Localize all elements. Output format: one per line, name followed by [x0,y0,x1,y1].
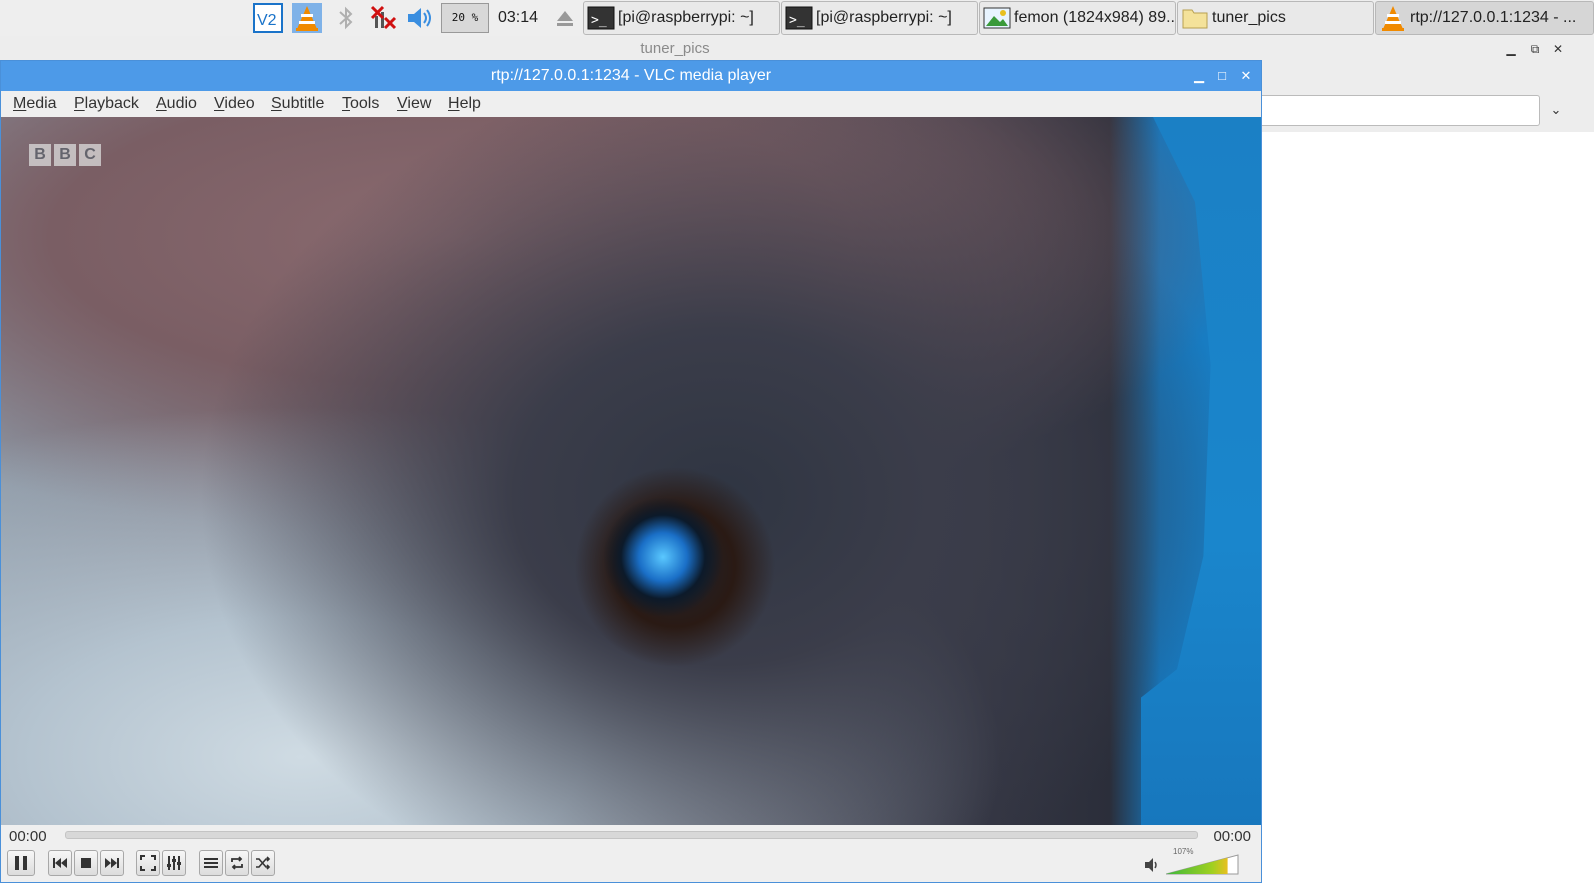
terminal-icon: >_ [784,3,814,33]
extended-settings-button[interactable] [162,850,186,876]
speaker-icon[interactable] [1144,857,1160,873]
menu-view[interactable]: View [397,95,431,113]
logo-letter: B [54,144,76,166]
vlc-window: rtp://127.0.0.1:1234 - VLC media player … [0,60,1262,883]
taskbar-item-label: femon (1824x984) 89... [1014,9,1175,26]
previous-button[interactable] [48,850,72,876]
playback-controls: 107% [1,847,1261,881]
file-manager-titlebar: tuner_pics ▁ ⧉ ✕ [0,36,1594,62]
equalizer-icon [167,856,181,870]
minimize-icon[interactable]: ▁ [1502,40,1520,58]
taskbar-item-label: rtp://127.0.0.1:1234 - ... [1410,9,1577,26]
network-disconnected-icon[interactable] [368,3,398,33]
playlist-icon [204,858,218,868]
fullscreen-button[interactable] [136,850,160,876]
stop-icon [81,858,91,868]
video-output[interactable]: B B C [1,117,1261,825]
vlc-title: rtp://127.0.0.1:1234 - VLC media player [490,67,772,84]
playlist-button[interactable] [199,850,223,876]
video-water-background [1141,117,1261,825]
repeat-icon [231,856,243,870]
elapsed-time[interactable]: 00:00 [9,828,47,845]
taskbar-item-vlc[interactable]: rtp://127.0.0.1:1234 - ... [1375,1,1594,35]
seek-row: 00:00 00:00 [1,825,1261,847]
vlc-titlebar[interactable]: rtp://127.0.0.1:1234 - VLC media player … [1,61,1261,91]
taskbar-item-file-manager[interactable]: tuner_pics [1177,1,1374,35]
bluetooth-icon[interactable] [331,3,361,33]
skip-forward-icon [105,858,119,868]
fullscreen-icon [140,855,156,871]
menubar: Media Playback Audio Video Subtitle Tool… [1,91,1261,117]
pause-icon [15,856,27,870]
cpu-monitor[interactable]: 20 % [441,3,489,33]
desktop: tuner_pics ▁ ⧉ ✕ ⌄ V2 20 % 03:14 >_ [pi@… [0,0,1594,896]
eject-icon[interactable] [550,3,580,33]
pause-button[interactable] [7,850,35,876]
seek-slider[interactable] [65,831,1198,839]
vlc-cone-icon[interactable] [292,3,322,33]
menu-video[interactable]: Video [214,95,255,113]
channel-logo: B B C [29,144,101,166]
total-time[interactable]: 00:00 [1213,828,1251,845]
taskbar-item-label: [pi@raspberrypi: ~] [816,9,952,26]
stop-button[interactable] [74,850,98,876]
file-manager-title: tuner_pics [640,40,710,57]
image-viewer-icon [982,3,1012,33]
shuffle-icon [256,856,271,870]
menu-subtitle[interactable]: Subtitle [271,95,324,113]
svg-text:>_: >_ [591,13,607,28]
taskbar: V2 20 % 03:14 >_ [pi@raspberrypi: ~] >_ … [0,0,1594,36]
logo-letter: C [79,144,101,166]
restore-icon[interactable]: ⧉ [1526,40,1544,58]
taskbar-item-label: [pi@raspberrypi: ~] [618,9,754,26]
terminal-icon: >_ [586,3,616,33]
volume-icon[interactable] [405,3,435,33]
vlc-cone-icon [1378,3,1408,33]
shuffle-button[interactable] [251,850,275,876]
menu-help[interactable]: Help [448,95,481,113]
svg-text:V2: V2 [257,12,277,29]
clock[interactable]: 03:14 [498,0,538,36]
svg-text:>_: >_ [789,13,805,28]
close-icon[interactable]: ✕ [1549,40,1567,58]
close-icon[interactable]: ✕ [1237,67,1255,85]
logo-letter: B [29,144,51,166]
taskbar-item-terminal-2[interactable]: >_ [pi@raspberrypi: ~] [781,1,978,35]
maximize-icon[interactable]: □ [1213,67,1231,85]
taskbar-item-image-viewer[interactable]: femon (1824x984) 89... [979,1,1176,35]
taskbar-item-label: tuner_pics [1212,9,1286,26]
menu-audio[interactable]: Audio [156,95,197,113]
next-button[interactable] [100,850,124,876]
folder-icon [1180,3,1210,33]
menu-tools[interactable]: Tools [342,95,379,113]
path-input[interactable] [1262,95,1540,126]
minimize-icon[interactable]: ▁ [1190,67,1208,85]
volume-slider[interactable] [1166,853,1240,875]
menu-media[interactable]: Media [13,95,57,113]
skip-back-icon [53,858,67,868]
taskbar-item-terminal-1[interactable]: >_ [pi@raspberrypi: ~] [583,1,780,35]
chevron-down-icon[interactable]: ⌄ [1546,100,1566,120]
vnc-icon[interactable]: V2 [253,3,283,33]
menu-playback[interactable]: Playback [74,95,139,113]
loop-button[interactable] [225,850,249,876]
